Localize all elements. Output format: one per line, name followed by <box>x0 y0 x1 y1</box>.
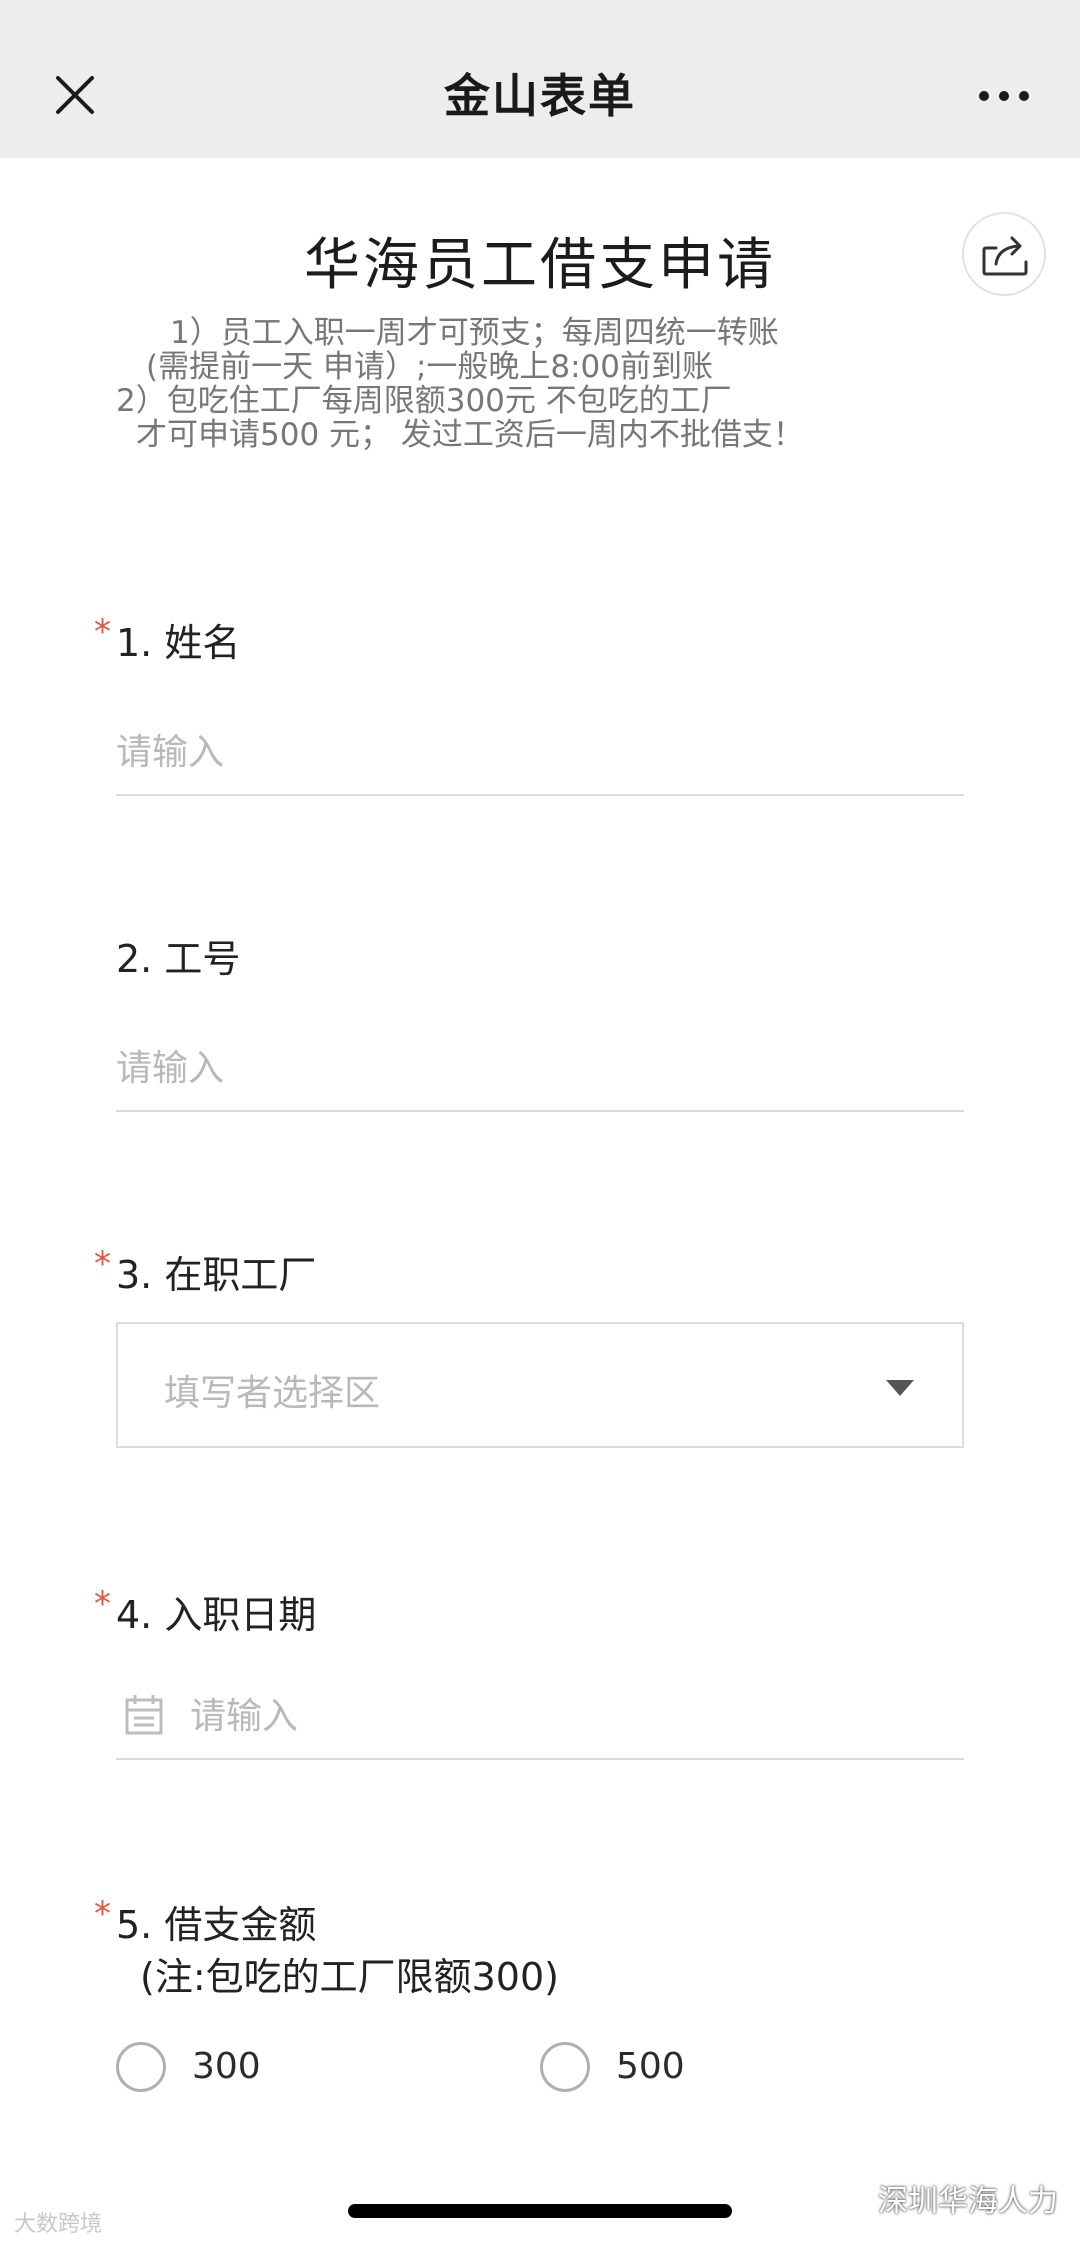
question-sublabel-amount: (注:包吃的工厂限额300) <box>140 1955 559 1999</box>
radio-circle[interactable] <box>116 2042 166 2092</box>
required-marker: * <box>94 612 111 652</box>
share-button[interactable] <box>962 212 1046 296</box>
calendar-icon <box>125 1695 163 1735</box>
question-label-hire-date: 4. 入职日期 <box>116 1593 317 1637</box>
home-indicator[interactable] <box>348 2204 732 2218</box>
required-marker: * <box>94 1894 111 1934</box>
radio-label: 500 <box>616 2046 685 2087</box>
notice-line: (需提前一天 申请）;一般晚上8:00前到账 <box>146 349 714 385</box>
required-marker: * <box>94 1244 111 1284</box>
more-button[interactable] <box>978 84 1030 108</box>
share-icon <box>982 236 1028 276</box>
radio-label: 300 <box>192 2046 261 2087</box>
form-notice: 1）员工入职一周才可预支；每周四统一转账 (需提前一天 申请）;一般晚上8:00… <box>110 316 870 452</box>
radio-circle[interactable] <box>540 2042 590 2092</box>
watermark-left: 大数跨境 <box>14 2212 103 2237</box>
hire-date-input[interactable] <box>116 1674 964 1760</box>
page: 金山表单 华海员工借支申请 1）员工入职一周才可预支；每周四统一转账 (需提前一… <box>0 0 1080 2242</box>
factory-select-placeholder: 填写者选择区 <box>164 1373 381 1414</box>
question-label-amount: 5. 借支金额 <box>116 1903 317 1947</box>
factory-select[interactable]: 填写者选择区 <box>116 1322 964 1448</box>
notice-line: 才可申请500 元； 发过工资后一周内不批借支！ <box>136 417 804 453</box>
question-label-name: 1. 姓名 <box>116 621 241 665</box>
name-input[interactable] <box>116 710 964 796</box>
notice-line: 1）员工入职一周才可预支；每周四统一转账 <box>170 315 779 351</box>
amount-option-300[interactable]: 300 <box>116 2040 376 2096</box>
more-icon <box>979 91 1029 101</box>
watermark-right: 深圳华海人力 <box>878 2184 1058 2219</box>
form-title: 华海员工借支申请 <box>304 233 776 298</box>
notice-line: 2）包吃住工厂每周限额300元 不包吃的工厂 <box>116 383 732 419</box>
question-label-employee-id: 2. 工号 <box>116 937 241 981</box>
caret-down-icon <box>886 1380 914 1396</box>
employee-id-input[interactable] <box>116 1026 964 1112</box>
required-marker: * <box>94 1584 111 1624</box>
question-label-factory: 3. 在职工厂 <box>116 1253 317 1297</box>
nav-title: 金山表单 <box>444 69 636 123</box>
top-nav-bar: 金山表单 <box>0 0 1080 158</box>
amount-option-500[interactable]: 500 <box>540 2040 800 2096</box>
wechat-icon <box>831 2178 867 2207</box>
